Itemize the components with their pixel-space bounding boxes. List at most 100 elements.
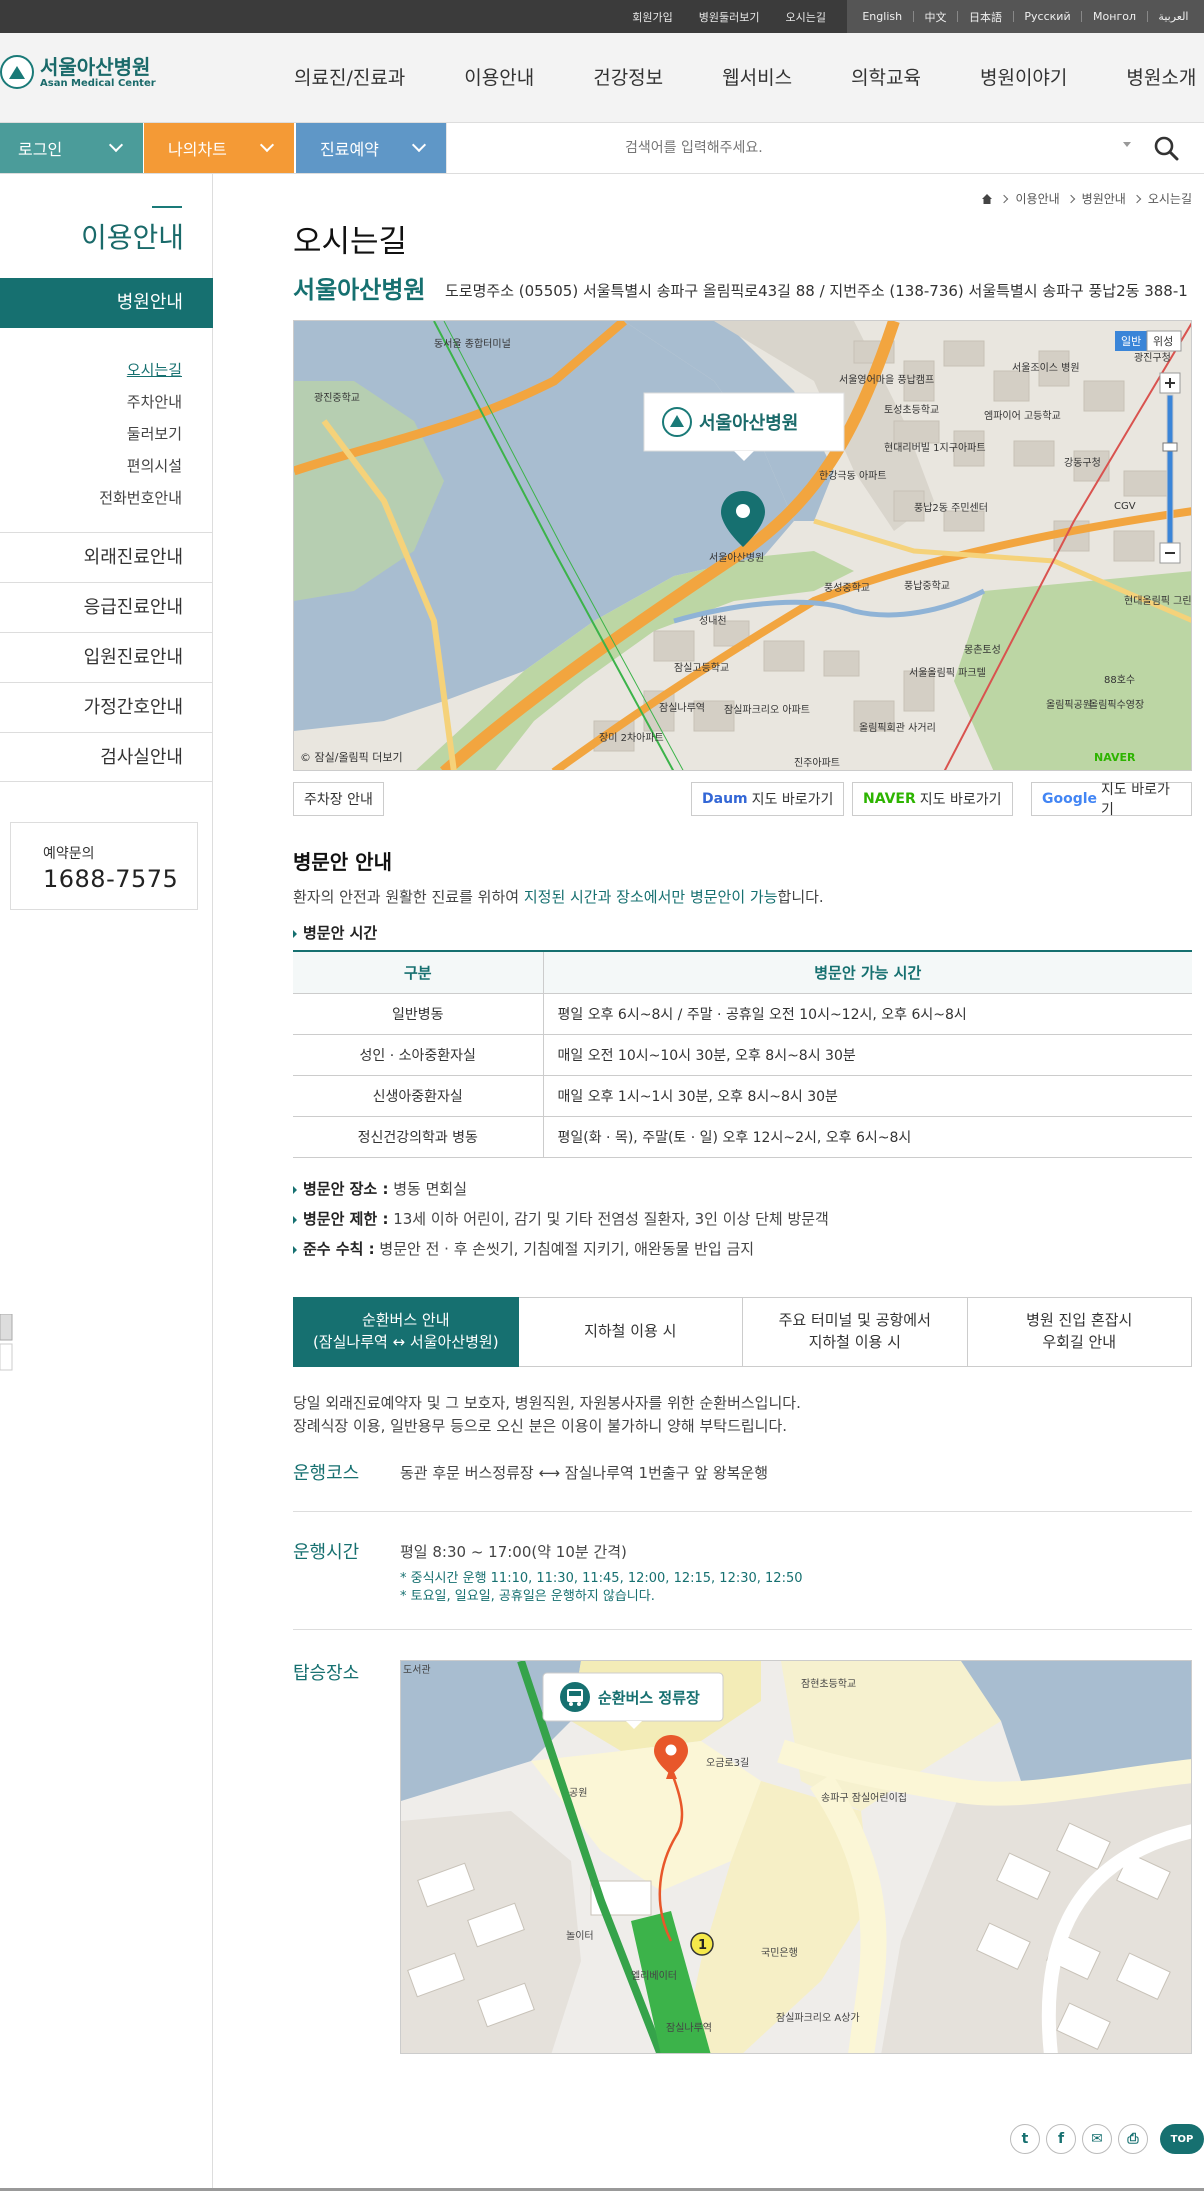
gnb-item-doctors[interactable]: 의료진/진료과 <box>294 63 405 90</box>
map-canvas[interactable]: 동서울 종합터미널 광진중학교 서울영어마을 풍납캠프 토성초등학교 서울조이스… <box>294 321 1192 771</box>
visit-description: 환자의 안전과 원활한 진료를 위하여 지정된 시간과 장소에서만 병문안이 가… <box>293 886 824 907</box>
home-icon[interactable] <box>981 193 993 205</box>
sidebar-item-emergency[interactable]: 응급진료안내 <box>0 582 213 632</box>
mychart-label: 나의차트 <box>168 140 227 159</box>
map-type-normal[interactable]: 일반 <box>1121 334 1141 348</box>
lang-japanese[interactable]: 日本語 <box>969 9 1002 25</box>
reservation-box: 예약문의 1688-7575 <box>10 822 198 910</box>
table-row: 신생아중환자실 매일 오후 1시~1시 30분, 오후 8시~8시 30분 <box>293 1075 1192 1117</box>
table-header: 구분 <box>293 950 543 994</box>
map-label: 한강극동 아파트 <box>819 470 887 482</box>
svg-text:1: 1 <box>698 1938 707 1953</box>
map-type-satellite[interactable]: 위성 <box>1153 335 1173 348</box>
google-map-button[interactable]: Google 지도 바로가기 <box>1031 782 1192 818</box>
print-icon[interactable]: ⎙ <box>1118 2124 1148 2154</box>
sidebar-sub-facilities[interactable]: 편의시설 <box>99 450 182 482</box>
tab-detour[interactable]: 병원 진입 혼잡시 우회길 안내 <box>967 1297 1192 1367</box>
map-label: 풍납중학교 <box>904 580 950 592</box>
visit-desc-post: 합니다. <box>777 888 824 906</box>
gnb-item-guide[interactable]: 이용안내 <box>464 63 534 90</box>
lang-russian[interactable]: Русский <box>1024 10 1070 23</box>
sidebar-sub-tour[interactable]: 둘러보기 <box>99 418 182 450</box>
sidebar-item-hospital-guide[interactable]: 병원안내 <box>0 278 213 328</box>
location-map[interactable]: 동서울 종합터미널 광진중학교 서울영어마을 풍납캠프 토성초등학교 서울조이스… <box>293 320 1192 771</box>
tab-terminal-airport[interactable]: 주요 터미널 및 공항에서 지하철 이용 시 <box>743 1297 968 1367</box>
map-label: 장미 2차아파트 <box>599 732 664 744</box>
facebook-icon[interactable]: f <box>1046 2124 1076 2154</box>
naver-map-button[interactable]: NAVER 지도 바로가기 <box>852 782 1013 816</box>
mychart-dropdown-button[interactable]: 나의차트 <box>144 123 294 173</box>
chevron-right-icon <box>1000 194 1009 203</box>
map-label: 서울영어마을 풍납캠프 <box>839 374 934 386</box>
bus-stop-label-text: 순환버스 정류장 <box>598 1689 700 1707</box>
sidebar-sub-parking[interactable]: 주차안내 <box>99 386 182 418</box>
google-logo: Google <box>1042 791 1098 807</box>
map-label: 공원 <box>569 1787 587 1799</box>
login-dropdown-button[interactable]: 로그인 <box>0 123 143 173</box>
util-link-tour[interactable]: 병원둘러보기 <box>699 9 760 25</box>
map-label: 올림픽수영장 <box>1089 699 1144 711</box>
map-type-toggle[interactable]: 일반 위성 <box>1115 330 1182 352</box>
sidebar-sub-phone[interactable]: 전화번호안내 <box>99 482 182 514</box>
daum-logo: Daum <box>702 791 748 807</box>
quick-bar: 로그인 나의차트 진료예약 <box>0 123 1204 174</box>
scroll-top-button[interactable]: TOP <box>1160 2124 1204 2154</box>
time-label: 운행시간 <box>293 1542 360 1563</box>
map-label: 강동구청 <box>1064 457 1101 469</box>
lang-arabic[interactable]: العربية <box>1158 10 1188 23</box>
search-input[interactable] <box>625 131 1125 165</box>
parking-guide-button[interactable]: 주차장 안내 <box>293 782 384 816</box>
logo[interactable]: 서울아산병원 Asan Medical Center <box>0 55 156 89</box>
gnb-item-education[interactable]: 의학교육 <box>851 63 921 90</box>
logo-mark-icon <box>0 55 34 89</box>
reservation-label: 예약문의 <box>43 846 95 862</box>
course-label: 운행코스 <box>293 1463 360 1484</box>
sidebar-item-homecare[interactable]: 가정간호안내 <box>0 682 213 732</box>
sidebar-sub-directions[interactable]: 오시는길 <box>99 354 182 386</box>
map-label: 광진중학교 <box>314 392 360 404</box>
breadcrumb-item[interactable]: 병원안내 <box>1082 190 1126 207</box>
breadcrumb: 이용안내 병원안내 오시는길 <box>981 190 1192 207</box>
map-links: 주차장 안내 Daum 지도 바로가기 NAVER 지도 바로가기 Google… <box>293 782 1192 818</box>
daum-map-button[interactable]: Daum 지도 바로가기 <box>691 782 845 816</box>
visit-note-value: 병동 면회실 <box>388 1180 467 1198</box>
edge-widget-icon <box>0 1314 13 1371</box>
tab-subway[interactable]: 지하철 이용 시 <box>518 1297 743 1367</box>
map-label: 놀이터 <box>566 1930 594 1942</box>
shuttle-desc-line: 당일 외래진료예약자 및 그 보호자, 병원직원, 자원봉사자를 위한 순환버스… <box>293 1394 801 1412</box>
gnb-item-webservice[interactable]: 웹서비스 <box>722 63 792 90</box>
map-label: 국민은행 <box>761 1947 798 1959</box>
util-link-directions[interactable]: 오시는길 <box>786 9 826 25</box>
lang-mongolian[interactable]: Монгол <box>1093 10 1136 23</box>
sidebar-item-outpatient[interactable]: 외래진료안내 <box>0 532 213 582</box>
bus-stop-map-canvas[interactable]: 1 순환버스 정류장 잠현초등학교 송파구 잠실어린이집 국민은행 잠실파크리오… <box>401 1661 1192 2054</box>
divider <box>1081 11 1083 22</box>
visit-note: 병문안 제한 : 13세 이하 어린이, 감기 및 기타 전염성 질환자, 3인… <box>293 1204 829 1234</box>
util-link-join[interactable]: 회원가입 <box>632 9 672 25</box>
naver-map-logo: NAVER <box>1094 751 1136 764</box>
search-icon[interactable] <box>1153 135 1179 161</box>
site-header: 서울아산병원 Asan Medical Center 의료진/진료과 이용안내 … <box>0 33 1204 123</box>
naver-map-label: 지도 바로가기 <box>919 792 1002 808</box>
course-text: 동관 후문 버스정류장 ⟷ 잠실나루역 1번출구 앞 왕복운행 <box>400 1464 769 1482</box>
breadcrumb-item-current[interactable]: 오시는길 <box>1148 190 1192 207</box>
gnb-item-health[interactable]: 건강정보 <box>593 63 663 90</box>
map-label: 광진구청 <box>1134 352 1171 364</box>
booking-dropdown-button[interactable]: 진료예약 <box>296 123 446 173</box>
gnb-item-stories[interactable]: 병원이야기 <box>980 63 1067 90</box>
visit-notes: 병문안 장소 : 병동 면회실 병문안 제한 : 13세 이하 어린이, 감기 … <box>293 1174 829 1264</box>
lang-english[interactable]: English <box>862 10 902 23</box>
breadcrumb-item[interactable]: 이용안내 <box>1015 190 1059 207</box>
twitter-icon[interactable]: t <box>1010 2124 1040 2154</box>
map-label: 잠실나루역 <box>659 702 705 714</box>
sidebar-item-inpatient[interactable]: 입원진료안내 <box>0 632 213 682</box>
lang-chinese[interactable]: 中文 <box>925 9 947 25</box>
email-icon[interactable]: ✉ <box>1082 2124 1112 2154</box>
reservation-number[interactable]: 1688-7575 <box>43 865 197 893</box>
map-label: 현대올림픽 그린타운 <box>1124 595 1192 607</box>
tab-shuttle-bus[interactable]: 순환버스 안내 (잠실나루역 ↔ 서울아산병원) <box>293 1297 519 1367</box>
bus-stop-map[interactable]: 1 순환버스 정류장 잠현초등학교 송파구 잠실어린이집 국민은행 잠실파크리오… <box>400 1660 1192 2054</box>
gnb-item-about[interactable]: 병원소개 <box>1126 63 1196 90</box>
sidebar-item-lab[interactable]: 검사실안내 <box>0 732 213 782</box>
search-options-icon[interactable] <box>1123 142 1131 147</box>
